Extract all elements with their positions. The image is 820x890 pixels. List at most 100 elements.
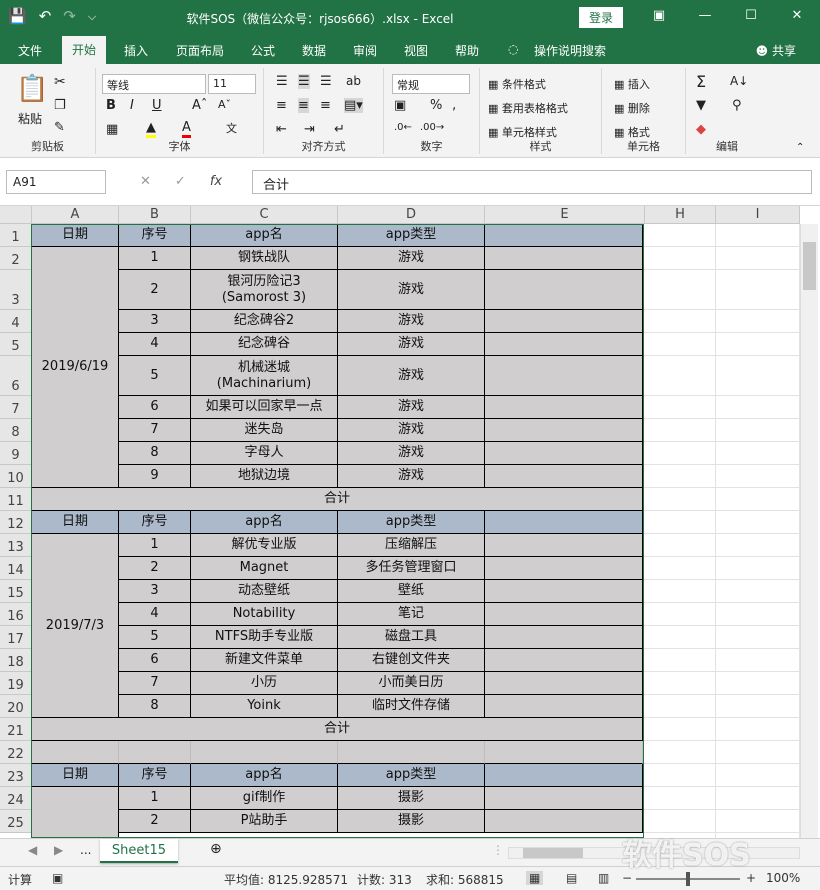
delete-cells-button[interactable]: ▦ 删除 [614,100,650,116]
prev-sheet-icon[interactable]: ◀ [28,843,37,857]
header-app-name[interactable]: app名 [191,764,338,787]
copy-icon[interactable]: ❐ [54,98,66,113]
next-sheet-icon[interactable]: ▶ [54,843,63,857]
row-header[interactable]: 18 [0,649,32,672]
row-header[interactable]: 4 [0,310,32,333]
vertical-scrollbar[interactable] [800,224,818,840]
align-right-icon[interactable]: ≡ [320,98,331,113]
app-name-cell[interactable]: 字母人 [191,442,338,465]
bold-button[interactable]: B [106,98,116,113]
paste-icon[interactable]: 📋 [16,74,48,104]
app-type-cell[interactable]: 游戏 [338,247,485,270]
empty-cell[interactable] [485,310,643,333]
empty-cell[interactable] [485,333,643,356]
index-cell[interactable]: 2 [119,810,191,833]
orientation-icon[interactable]: ab [346,74,361,88]
cancel-icon[interactable]: ✕ [140,174,151,189]
row-header[interactable]: 11 [0,488,32,511]
index-cell[interactable]: 4 [119,333,191,356]
scrollbar-thumb[interactable] [803,242,816,290]
app-name-cell[interactable]: 银河历险记3 (Samorost 3) [191,270,338,310]
app-type-cell[interactable]: 游戏 [338,333,485,356]
row-header[interactable]: 12 [0,511,32,534]
app-type-cell[interactable]: 压缩解压 [338,534,485,557]
empty-cell[interactable] [485,626,643,649]
name-box[interactable]: A91 [6,170,106,194]
decrease-decimal-icon[interactable]: .00→ [420,122,444,133]
ribbon-display-icon[interactable]: ▣ [636,0,682,32]
app-type-cell[interactable]: 壁纸 [338,580,485,603]
row-header[interactable]: 17 [0,626,32,649]
empty-cell[interactable] [485,356,643,396]
empty-cell[interactable] [485,270,643,310]
blank-cell[interactable] [32,741,119,764]
format-as-table-button[interactable]: ▦ 套用表格格式 [488,100,568,116]
accounting-icon[interactable]: ▣ [394,98,406,113]
header-date[interactable]: 日期 [32,764,119,787]
header-app-name[interactable]: app名 [191,511,338,534]
align-middle-icon[interactable]: ☰ [298,74,310,89]
index-cell[interactable]: 5 [119,626,191,649]
page-break-view-icon[interactable]: ▥ [598,871,609,885]
page-layout-view-icon[interactable]: ▤ [566,871,577,885]
sort-filter-icon[interactable]: A↓ [730,74,748,88]
app-type-cell[interactable]: 游戏 [338,270,485,310]
blank-cell[interactable] [485,741,643,764]
app-type-cell[interactable]: 游戏 [338,465,485,488]
number-format-combo[interactable]: 常规 [392,74,470,94]
tab-home[interactable]: 开始 [62,36,107,64]
increase-indent-icon[interactable]: ⇥ [304,122,315,137]
index-cell[interactable]: 1 [119,787,191,810]
app-name-cell[interactable]: 新建文件菜单 [191,649,338,672]
row-header[interactable]: 19 [0,672,32,695]
index-cell[interactable]: 8 [119,695,191,718]
fill-color-icon[interactable]: ▲ [146,120,156,138]
app-type-cell[interactable]: 游戏 [338,442,485,465]
empty-cell[interactable] [485,810,643,833]
index-cell[interactable]: 5 [119,356,191,396]
app-type-cell[interactable]: 游戏 [338,396,485,419]
index-cell[interactable]: 2 [119,557,191,580]
empty-cell[interactable] [485,787,643,810]
app-type-cell[interactable]: 摄影 [338,810,485,833]
zoom-out-icon[interactable]: − [622,871,632,885]
index-cell[interactable]: 3 [119,580,191,603]
row-header[interactable]: 7 [0,396,32,419]
comma-icon[interactable]: ‚ [452,98,456,113]
empty-cell[interactable] [485,534,643,557]
app-name-cell[interactable]: 迷失岛 [191,419,338,442]
app-type-cell[interactable]: 笔记 [338,603,485,626]
row-header[interactable]: 10 [0,465,32,488]
row-header[interactable]: 22 [0,741,32,764]
index-cell[interactable]: 3 [119,310,191,333]
column-header-i[interactable]: I [716,206,800,224]
decrease-indent-icon[interactable]: ⇤ [276,122,287,137]
row-header[interactable]: 21 [0,718,32,741]
index-cell[interactable]: 9 [119,465,191,488]
format-painter-icon[interactable]: ✎ [54,120,65,135]
minimize-icon[interactable]: — [682,0,728,32]
app-name-cell[interactable]: 解优专业版 [191,534,338,557]
empty-cell[interactable] [485,603,643,626]
total-row[interactable]: 合计 [32,488,643,511]
app-name-cell[interactable]: 钢铁战队 [191,247,338,270]
zoom-level[interactable]: 100% [766,871,800,885]
header-index[interactable]: 序号 [119,511,191,534]
formula-input[interactable]: 合计 [252,170,812,194]
close-icon[interactable]: ✕ [774,0,820,32]
empty-cell[interactable] [485,465,643,488]
app-type-cell[interactable]: 多任务管理窗口 [338,557,485,580]
row-header[interactable]: 8 [0,419,32,442]
header-app-type[interactable]: app类型 [338,764,485,787]
empty-cell[interactable] [485,649,643,672]
font-color-icon[interactable]: A [182,120,191,138]
row-header[interactable]: 2 [0,247,32,270]
header-index[interactable]: 序号 [119,224,191,247]
index-cell[interactable]: 7 [119,672,191,695]
header-empty[interactable] [485,224,643,247]
column-header-c[interactable]: C [191,206,338,224]
find-select-icon[interactable]: ⚲ [732,98,742,113]
cut-icon[interactable]: ✂ [54,74,66,90]
app-type-cell[interactable]: 磁盘工具 [338,626,485,649]
empty-cell[interactable] [485,419,643,442]
